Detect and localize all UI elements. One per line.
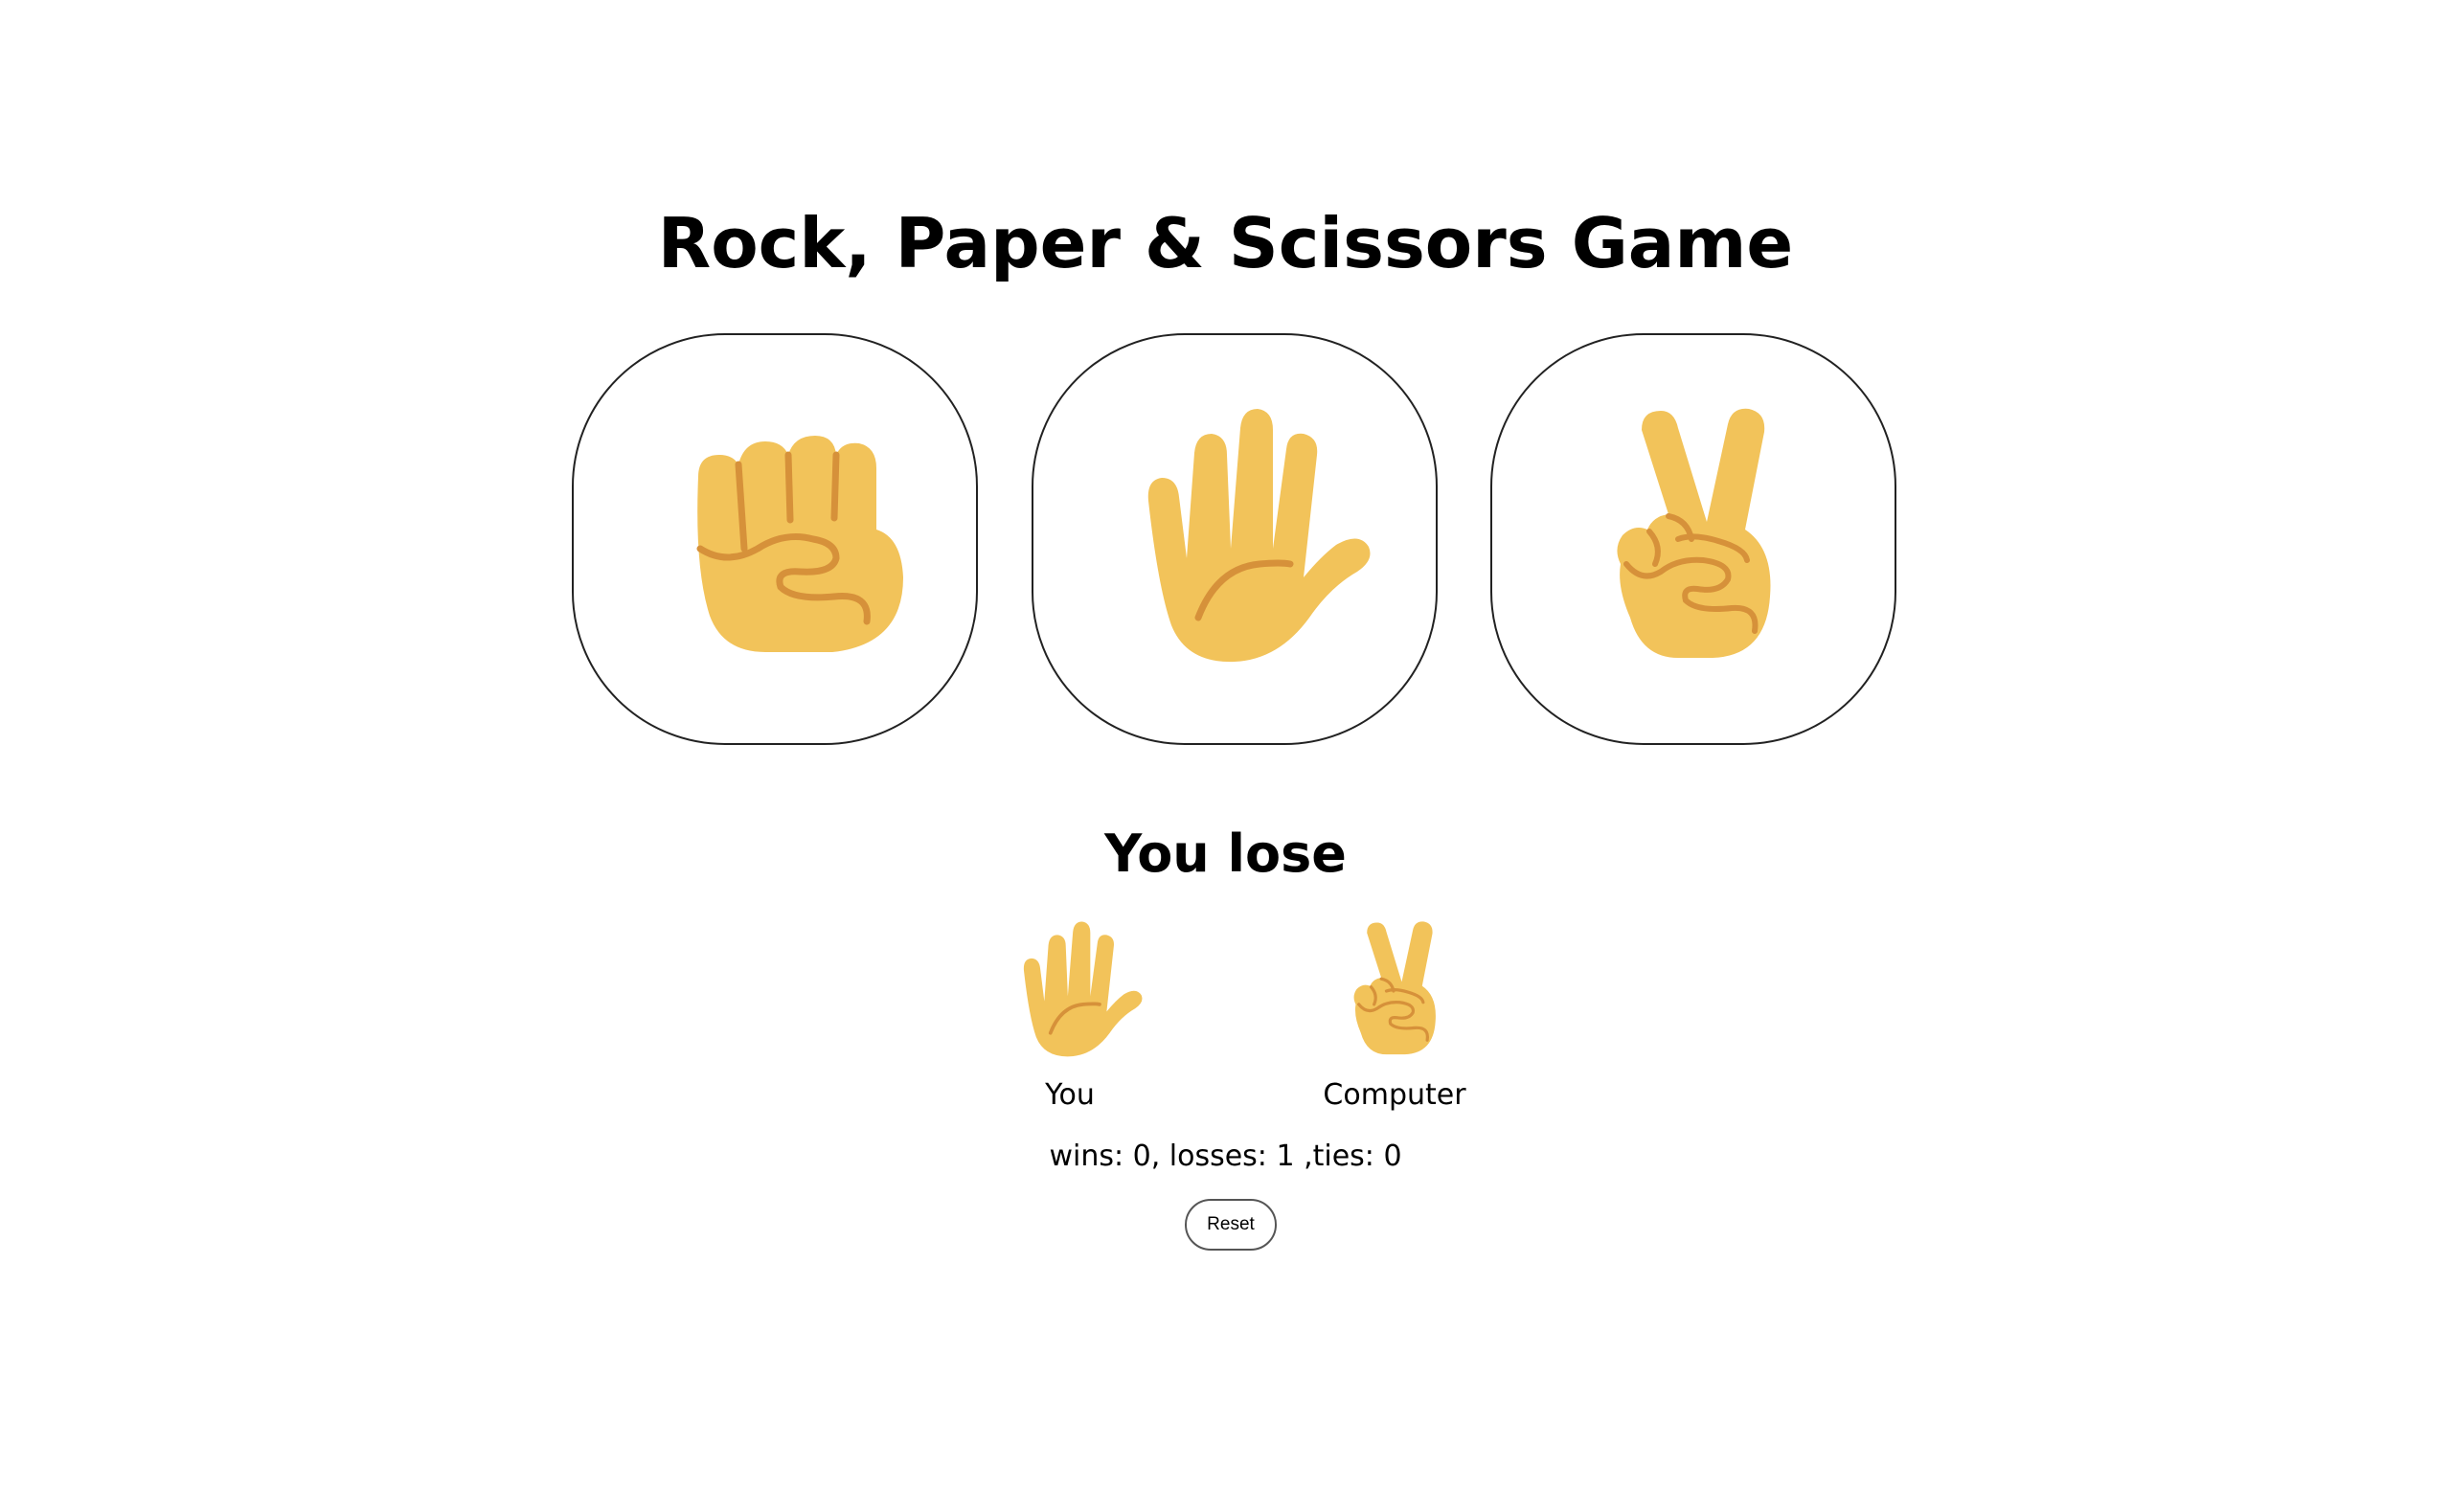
score-text: wins: 0, losses: 1 ,ties: 0 bbox=[1049, 1140, 1402, 1173]
page-title: Rock, Paper & Scissors Game bbox=[657, 203, 1794, 283]
computer-label: Computer bbox=[1323, 1078, 1466, 1112]
result-text: You lose bbox=[1104, 824, 1347, 884]
scissors-button[interactable] bbox=[1490, 333, 1896, 745]
victory-hand-icon bbox=[1492, 376, 1895, 702]
paper-button[interactable] bbox=[1032, 333, 1438, 745]
victory-hand-icon bbox=[1299, 910, 1490, 1072]
player-label: You bbox=[1045, 1078, 1095, 1112]
game-page: Rock, Paper & Scissors Game You lose You… bbox=[0, 0, 2451, 1512]
reset-button[interactable]: Reset bbox=[1185, 1199, 1277, 1251]
raised-hand-icon bbox=[974, 910, 1166, 1072]
player-move: You bbox=[974, 910, 1166, 1112]
computer-move: Computer bbox=[1299, 910, 1490, 1112]
rock-button[interactable] bbox=[572, 333, 978, 745]
fist-icon bbox=[574, 395, 976, 683]
raised-hand-icon bbox=[1033, 376, 1436, 702]
